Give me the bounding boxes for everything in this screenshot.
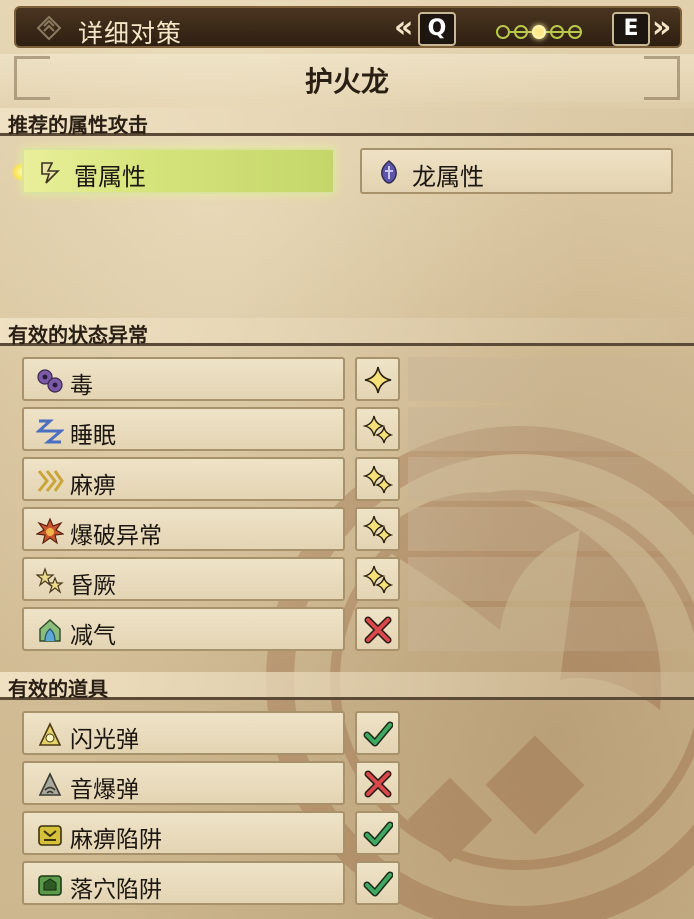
page-dot-active [532,25,546,39]
ailment-label: 减气 [70,623,116,649]
rating-two-star [355,507,400,551]
sonic-bomb-icon [38,772,62,796]
rating-effective [355,811,400,855]
prev-page-key[interactable]: Q [418,12,456,46]
ailment-row-poison[interactable]: 毒 [22,357,345,401]
rating-effective [355,711,400,755]
next-chevron-icon[interactable]: » [652,10,671,46]
section-header-ailments: 有效的状态异常 [0,318,694,347]
exhaust-icon [39,619,61,642]
item-row-pitfall-trap[interactable]: 落穴陷阱 [22,861,345,905]
thunder-icon [41,162,60,184]
poison-icon [37,369,63,393]
page-title: 详细对策 [78,19,183,48]
rating-stripe [408,607,694,651]
ailment-row-stun[interactable]: 昏厥 [22,557,345,601]
ailment-label: 睡眠 [70,423,116,449]
section-title: 有效的状态异常 [8,323,148,347]
double-star-icon [363,465,393,494]
rating-two-star [355,457,400,501]
blast-icon [36,517,64,545]
ailment-label: 麻痹 [70,473,116,499]
ailment-label: 昏厥 [70,573,116,599]
item-label: 闪光弹 [70,727,139,753]
check-icon [363,721,393,747]
ailment-row-blast[interactable]: 爆破异常 [22,507,345,551]
rating-one-star [355,357,400,401]
double-star-icon [363,515,393,544]
flash-pod-icon [38,722,62,746]
section-title: 推荐的属性攻击 [8,113,148,137]
next-page-key[interactable]: E [612,12,650,46]
paralysis-icon [37,470,64,492]
rating-stripe [408,407,694,451]
rating-ineffective [355,761,400,805]
top-bar: 详细对策 « Q E » [14,6,682,48]
section-header-elements: 推荐的属性攻击 [0,108,694,137]
ailment-row-exhaust[interactable]: 减气 [22,607,345,651]
item-row-sonic-bomb[interactable]: 音爆弹 [22,761,345,805]
rating-two-star [355,407,400,451]
check-icon [363,821,393,847]
ailment-label: 毒 [70,373,93,399]
stun-icon [36,567,64,594]
ailment-row-sleep[interactable]: 睡眠 [22,407,345,451]
shock-trap-icon [38,825,62,846]
monster-name: 护火龙 [304,65,389,98]
star-icon [364,366,392,394]
rating-stripe [408,357,694,401]
ailment-row-paralysis[interactable]: 麻痹 [22,457,345,501]
double-star-icon [363,565,393,594]
prev-chevron-icon[interactable]: « [394,10,413,46]
element-dragon[interactable]: 龙属性 [360,148,673,194]
rating-two-star [355,557,400,601]
cross-icon [364,770,392,798]
element-label: 雷属性 [74,163,146,191]
rating-stripe [408,457,694,501]
element-thunder[interactable]: 雷属性 [22,148,335,194]
section-header-items: 有效的道具 [0,672,694,701]
page-dot [550,25,564,39]
page-dot [568,25,582,39]
rating-stripe [408,557,694,601]
element-label: 龙属性 [412,163,484,191]
pitfall-trap-icon [38,875,62,896]
cross-icon [364,616,392,644]
item-label: 麻痹陷阱 [70,827,162,853]
page-dot [496,25,510,39]
rating-effective [355,861,400,905]
ailment-label: 爆破异常 [70,523,162,549]
section-title: 有效的道具 [8,677,108,701]
item-row-shock-trap[interactable]: 麻痹陷阱 [22,811,345,855]
rating-stripe [408,507,694,551]
item-label: 落穴陷阱 [70,877,162,903]
page-dot [514,25,528,39]
check-icon [363,871,393,897]
hunter-notes-icon [36,15,62,41]
dragon-icon [381,160,397,184]
double-star-icon [363,415,393,444]
rating-ineffective [355,607,400,651]
item-label: 音爆弹 [70,777,139,803]
sleep-icon [36,419,64,444]
item-row-flash-pod[interactable]: 闪光弹 [22,711,345,755]
